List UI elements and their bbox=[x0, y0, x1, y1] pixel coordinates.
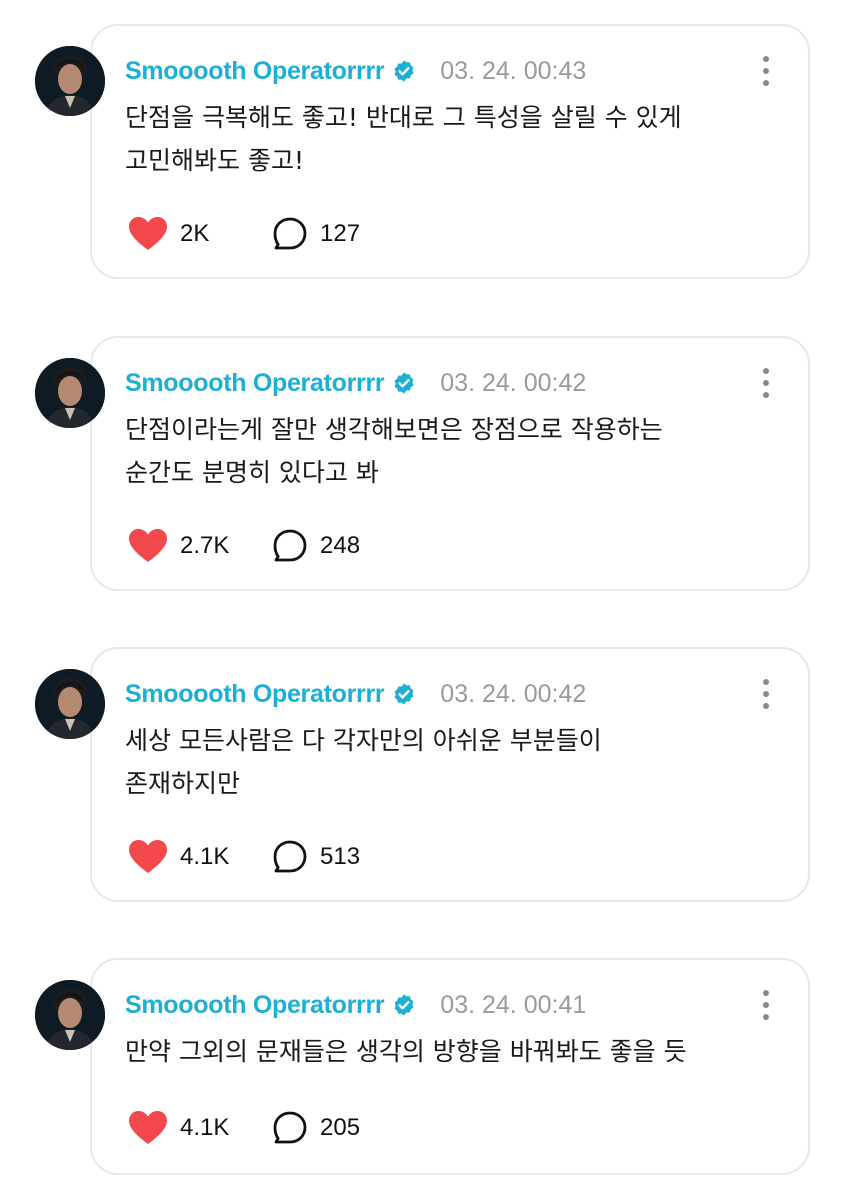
more-dot bbox=[763, 703, 769, 709]
comment-actions: 2K 127 bbox=[128, 214, 360, 254]
comment-header: Smooooth Operatorrrr 03. 24. 00:42 bbox=[125, 677, 586, 711]
heart-icon bbox=[128, 528, 168, 564]
avatar[interactable] bbox=[35, 46, 105, 116]
more-dot bbox=[763, 80, 769, 86]
comment-text: 만약 그외의 문재들은 생각의 방향을 바꿔봐도 좋을 듯 bbox=[125, 1030, 765, 1073]
like-count: 2.7K bbox=[180, 532, 230, 559]
comment-text: 세상 모든사람은 다 각자만의 아쉬운 부분들이 존재하지만 bbox=[125, 719, 765, 805]
reply-button[interactable]: 205 bbox=[272, 1110, 360, 1146]
like-count: 2K bbox=[180, 220, 210, 247]
comment-text-line: 존재하지만 bbox=[125, 769, 241, 798]
like-button[interactable]: 2.7K bbox=[128, 528, 272, 564]
username-link[interactable]: Smooooth Operatorrrr bbox=[125, 680, 385, 709]
more-dot bbox=[763, 1014, 769, 1020]
reply-button[interactable]: 248 bbox=[272, 528, 360, 564]
avatar[interactable] bbox=[35, 358, 105, 428]
avatar[interactable] bbox=[35, 669, 105, 739]
speech-bubble-icon bbox=[272, 839, 308, 875]
more-vertical-icon bbox=[763, 679, 769, 685]
comment-text-line: 세상 모든사람은 다 각자만의 아쉬운 부분들이 bbox=[125, 726, 602, 755]
more-vertical-icon bbox=[763, 368, 769, 374]
reply-button[interactable]: 127 bbox=[272, 216, 360, 252]
verified-badge-icon bbox=[392, 993, 416, 1017]
more-dot bbox=[763, 1002, 769, 1008]
heart-icon bbox=[128, 1110, 168, 1146]
comment-text: 단점을 극복해도 좋고! 반대로 그 특성을 살릴 수 있게 고민해봐도 좋고! bbox=[125, 96, 765, 182]
speech-bubble-icon bbox=[272, 216, 308, 252]
comment-text: 단점이라는게 잘만 생각해보면은 장점으로 작용하는 순간도 분명히 있다고 봐 bbox=[125, 408, 765, 494]
like-button[interactable]: 4.1K bbox=[128, 839, 272, 875]
more-dot bbox=[763, 380, 769, 386]
comment-header: Smooooth Operatorrrr 03. 24. 00:42 bbox=[125, 366, 586, 400]
comment-text-line: 단점을 극복해도 좋고! 반대로 그 특성을 살릴 수 있게 bbox=[125, 103, 682, 132]
verified-badge-icon bbox=[392, 682, 416, 706]
comment-card[interactable]: Smooooth Operatorrrr 03. 24. 00:43 단점을 극… bbox=[90, 24, 810, 279]
reply-count: 248 bbox=[320, 532, 361, 559]
more-vertical-icon bbox=[763, 990, 769, 996]
speech-bubble-icon bbox=[272, 528, 308, 564]
username-link[interactable]: Smooooth Operatorrrr bbox=[125, 369, 385, 398]
more-dot bbox=[763, 68, 769, 74]
comment-card[interactable]: Smooooth Operatorrrr 03. 24. 00:41 만약 그외… bbox=[90, 958, 810, 1175]
verified-badge-icon bbox=[392, 59, 416, 83]
like-button[interactable]: 2K bbox=[128, 216, 272, 252]
speech-bubble-icon bbox=[272, 1110, 308, 1146]
comment-card[interactable]: Smooooth Operatorrrr 03. 24. 00:42 세상 모든… bbox=[90, 647, 810, 902]
avatar[interactable] bbox=[35, 980, 105, 1050]
more-dot bbox=[763, 392, 769, 398]
timestamp: 03. 24. 00:42 bbox=[440, 368, 587, 397]
comment-actions: 4.1K 513 bbox=[128, 837, 360, 877]
comment-actions: 4.1K 205 bbox=[128, 1108, 360, 1148]
more-dot bbox=[763, 691, 769, 697]
comment-actions: 2.7K 248 bbox=[128, 526, 360, 566]
verified-badge-icon bbox=[392, 371, 416, 395]
comment-text-line: 만약 그외의 문재들은 생각의 방향을 바꿔봐도 좋을 듯 bbox=[125, 1037, 687, 1066]
reply-count: 205 bbox=[320, 1114, 361, 1141]
comment-feed: Smooooth Operatorrrr 03. 24. 00:43 단점을 극… bbox=[0, 0, 849, 1200]
comment-text-line: 단점이라는게 잘만 생각해보면은 장점으로 작용하는 bbox=[125, 415, 663, 444]
more-options-button[interactable] bbox=[754, 677, 778, 711]
comment-header: Smooooth Operatorrrr 03. 24. 00:41 bbox=[125, 988, 586, 1022]
reply-count: 513 bbox=[320, 843, 361, 870]
like-button[interactable]: 4.1K bbox=[128, 1110, 272, 1146]
comment-card[interactable]: Smooooth Operatorrrr 03. 24. 00:42 단점이라는… bbox=[90, 336, 810, 591]
timestamp: 03. 24. 00:42 bbox=[440, 679, 587, 708]
more-options-button[interactable] bbox=[754, 54, 778, 88]
username-link[interactable]: Smooooth Operatorrrr bbox=[125, 57, 385, 86]
like-count: 4.1K bbox=[180, 843, 230, 870]
timestamp: 03. 24. 00:43 bbox=[440, 56, 587, 85]
heart-icon bbox=[128, 216, 168, 252]
username-link[interactable]: Smooooth Operatorrrr bbox=[125, 991, 385, 1020]
timestamp: 03. 24. 00:41 bbox=[440, 990, 587, 1019]
reply-button[interactable]: 513 bbox=[272, 839, 360, 875]
more-vertical-icon bbox=[763, 56, 769, 62]
reply-count: 127 bbox=[320, 220, 361, 247]
comment-header: Smooooth Operatorrrr 03. 24. 00:43 bbox=[125, 54, 586, 88]
comment-text-line: 순간도 분명히 있다고 봐 bbox=[125, 458, 379, 487]
more-options-button[interactable] bbox=[754, 366, 778, 400]
more-options-button[interactable] bbox=[754, 988, 778, 1022]
comment-text-line: 고민해봐도 좋고! bbox=[125, 146, 304, 175]
heart-icon bbox=[128, 839, 168, 875]
like-count: 4.1K bbox=[180, 1114, 230, 1141]
